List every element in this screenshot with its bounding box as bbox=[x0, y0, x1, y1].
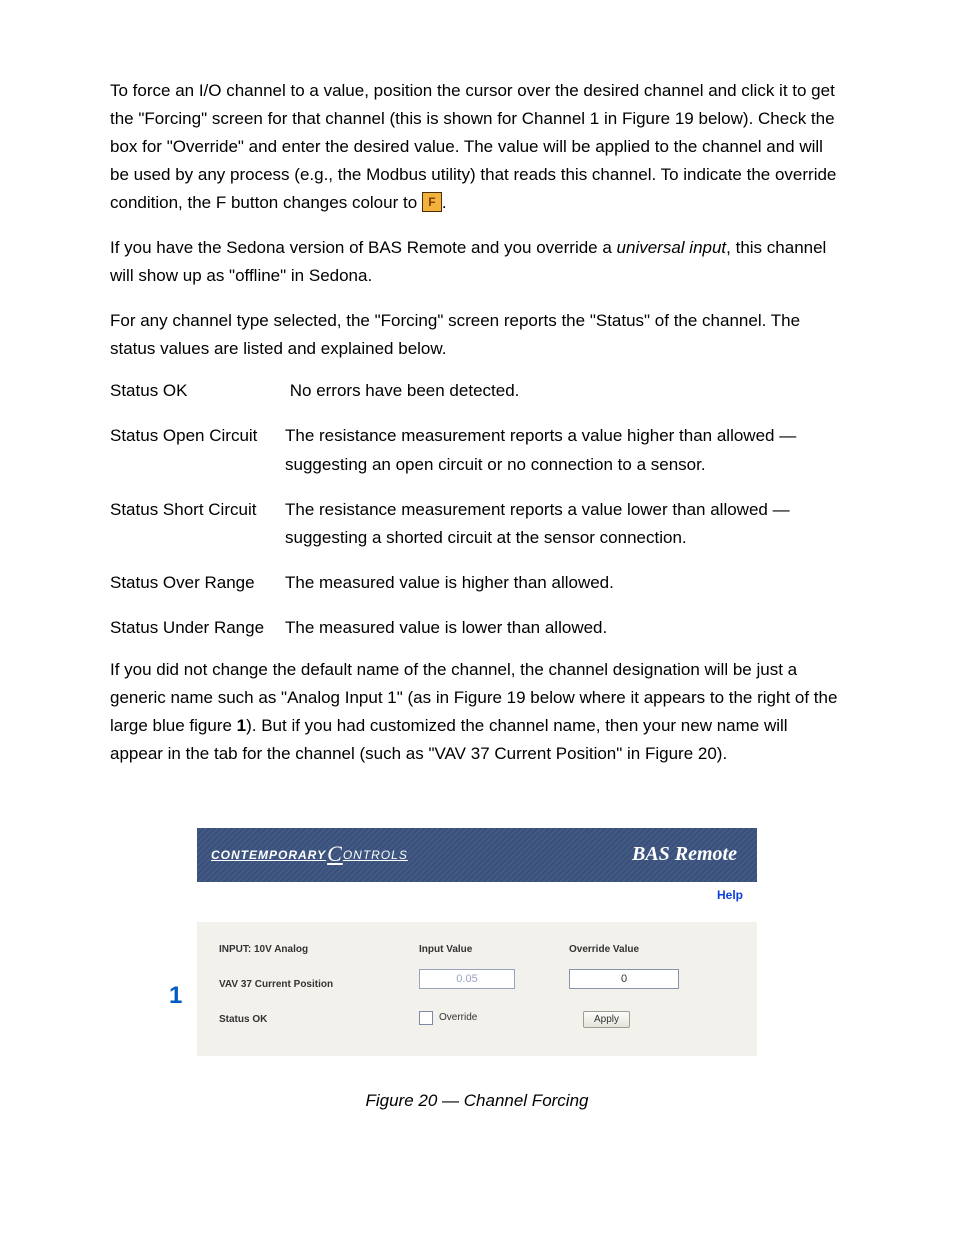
text-segment: For any channel type selected, the "Forc… bbox=[110, 311, 800, 358]
brand-swoosh-icon: C bbox=[327, 841, 343, 867]
status-line-over: Status Over Range The measured value is … bbox=[110, 569, 844, 597]
apply-button[interactable]: Apply bbox=[583, 1011, 630, 1028]
status-line-short: Status Short Circuit The resistance meas… bbox=[110, 496, 844, 552]
brand-word-1: CONTEMPORARY bbox=[211, 848, 326, 862]
figure-caption: Figure 20 — Channel Forcing bbox=[110, 1091, 844, 1111]
override-value-input[interactable]: 0 bbox=[569, 969, 679, 989]
f-override-icon: F bbox=[422, 192, 442, 212]
status-label: Status Under Range bbox=[110, 614, 285, 642]
panel-header: CONTEMPORARY C ONTROLS BAS Remote bbox=[197, 828, 757, 882]
document-page: To force an I/O channel to a value, posi… bbox=[0, 0, 954, 1235]
paragraph-status-intro: For any channel type selected, the "Forc… bbox=[110, 307, 844, 363]
text-segment: If you have the Sedona version of BAS Re… bbox=[110, 238, 617, 257]
override-checkbox[interactable] bbox=[419, 1011, 433, 1025]
status-label-ok: Status OK bbox=[219, 1014, 419, 1025]
italic-universal-input: universal input bbox=[617, 238, 727, 257]
status-desc: The measured value is lower than allowed… bbox=[285, 618, 607, 637]
brand-logo: CONTEMPORARY C ONTROLS bbox=[211, 842, 408, 868]
status-label: Status Short Circuit bbox=[110, 496, 285, 524]
input-type-label: INPUT: 10V Analog bbox=[219, 944, 419, 955]
em-dash: — bbox=[442, 1091, 459, 1110]
em-dash: — bbox=[779, 426, 796, 445]
status-line-ok: Status OK No errors have been detected. bbox=[110, 377, 844, 405]
panel-title: BAS Remote bbox=[632, 843, 737, 866]
panel-mid-column: Input Value 0.05 Override bbox=[419, 944, 569, 1028]
channel-custom-name: VAV 37 Current Position bbox=[219, 979, 419, 990]
panel-right-column: Override Value 0 Apply bbox=[569, 944, 709, 1028]
status-line-open: Status Open Circuit Status Open Circuit … bbox=[110, 422, 844, 478]
override-row: Override bbox=[419, 1011, 569, 1025]
fig-caption-b: Channel Forcing bbox=[459, 1091, 588, 1110]
paragraph-sedona-note: If you have the Sedona version of BAS Re… bbox=[110, 234, 844, 290]
text-segment: . bbox=[442, 193, 447, 212]
override-value-header: Override Value bbox=[569, 944, 709, 955]
bas-remote-panel: CONTEMPORARY C ONTROLS BAS Remote Help 1… bbox=[197, 828, 757, 1056]
panel-gap bbox=[197, 908, 757, 922]
em-dash: — bbox=[773, 500, 790, 519]
panel-subbar: Help bbox=[197, 882, 757, 908]
override-label: Override bbox=[439, 1012, 477, 1023]
status-desc: No errors have been detected. bbox=[290, 381, 520, 400]
input-value-display: 0.05 bbox=[419, 969, 515, 989]
fig-caption-a: Figure 20 bbox=[365, 1091, 442, 1110]
help-link[interactable]: Help bbox=[717, 888, 743, 902]
status-line-under: Status Under Range The measured value is… bbox=[110, 614, 844, 642]
brand-word-2: ONTROLS bbox=[343, 848, 408, 862]
paragraph-channel-name: If you did not change the default name o… bbox=[110, 656, 844, 768]
paragraph-forcing-intro: To force an I/O channel to a value, posi… bbox=[110, 77, 844, 217]
panel-body: 1 INPUT: 10V Analog VAV 37 Current Posit… bbox=[197, 922, 757, 1056]
status-desc: The measured value is higher than allowe… bbox=[285, 573, 614, 592]
status-label: Status OK bbox=[110, 377, 285, 405]
input-value-header: Input Value bbox=[419, 944, 569, 955]
status-label: Status Over Range bbox=[110, 569, 285, 597]
status-label: Status Open Circuit bbox=[110, 422, 285, 450]
bold-one: 1 bbox=[237, 716, 246, 735]
channel-number-indicator: 1 bbox=[169, 982, 182, 1010]
panel-left-column: INPUT: 10V Analog VAV 37 Current Positio… bbox=[219, 944, 419, 1028]
text-segment: To force an I/O channel to a value, posi… bbox=[110, 81, 836, 212]
